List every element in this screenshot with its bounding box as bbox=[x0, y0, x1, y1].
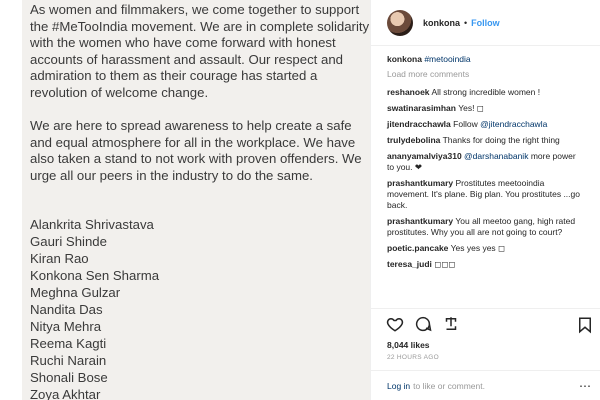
comment: reshanoek All strong incredible women ! bbox=[387, 87, 584, 98]
comment-username[interactable]: poetic.pancake bbox=[387, 243, 448, 253]
comment-username[interactable]: prashantkumary bbox=[387, 216, 453, 226]
comment-list: konkona #metooindia Load more comments r… bbox=[371, 46, 600, 270]
signatory: Nandita Das bbox=[30, 302, 103, 317]
login-bar: Log in to like or comment. ⋯ bbox=[371, 370, 600, 400]
comment-icon[interactable] bbox=[413, 314, 433, 334]
post-image: As women and filmmakers, we come togethe… bbox=[22, 0, 370, 400]
comment-text: ◻◻◻ bbox=[434, 259, 456, 269]
avatar[interactable] bbox=[387, 9, 413, 36]
action-bar bbox=[371, 308, 600, 338]
load-more-comments-button[interactable]: Load more comments bbox=[387, 69, 584, 79]
signatory: Kiran Rao bbox=[30, 251, 89, 266]
comment: ananyamalviya310 @darshanabanik more pow… bbox=[387, 151, 584, 173]
like-count[interactable]: 8,044 likes bbox=[387, 340, 430, 350]
comment-text: Yes! ◻ bbox=[458, 103, 484, 113]
statement-paragraph-2: We are here to spread awareness to help … bbox=[30, 118, 362, 183]
post-timestamp: 22 HOURS AGO bbox=[387, 354, 440, 361]
comment: trulydebolina Thanks for doing the right… bbox=[387, 135, 584, 146]
statement-text: As women and filmmakers, we come togethe… bbox=[30, 2, 370, 201]
signatory: Meghna Gulzar bbox=[30, 285, 121, 300]
separator-dot: • bbox=[464, 17, 468, 28]
post-side-panel: konkona • Follow konkona #metooindia Loa… bbox=[370, 0, 600, 400]
signatory-list: Alankrita Shrivastava Gauri Shinde Kiran… bbox=[30, 216, 159, 400]
post-header: konkona • Follow bbox=[371, 0, 600, 46]
comment-username[interactable]: ananyamalviya310 bbox=[387, 151, 462, 161]
statement-paragraph-1: As women and filmmakers, we come togethe… bbox=[30, 2, 370, 100]
signatory: Reema Kagti bbox=[30, 336, 107, 351]
more-icon[interactable]: ⋯ bbox=[579, 379, 591, 393]
caption-username[interactable]: konkona bbox=[387, 54, 422, 64]
comment-username[interactable]: trulydebolina bbox=[387, 135, 440, 145]
comment-username[interactable]: prashantkumary bbox=[387, 178, 453, 188]
comment-text: Thanks for doing the right thing bbox=[442, 135, 560, 145]
comment: prashantkumary Prostitutes meetooindia m… bbox=[387, 178, 584, 211]
login-prompt-text: to like or comment. bbox=[413, 380, 485, 391]
signatory: Gauri Shinde bbox=[30, 234, 107, 249]
share-icon[interactable] bbox=[441, 314, 461, 334]
comment: jitendracchawla Follow @jitendracchawla bbox=[387, 119, 584, 130]
comment: teresa_judi ◻◻◻ bbox=[387, 259, 584, 270]
comment: swatinarasimhan Yes! ◻ bbox=[387, 103, 584, 114]
comment-text: Yes yes yes ◻ bbox=[450, 243, 506, 253]
signatory: Alankrita Shrivastava bbox=[30, 217, 154, 232]
caption-hashtag[interactable]: #metooindia bbox=[424, 54, 470, 64]
signatory: Zoya Akhtar bbox=[30, 387, 101, 400]
comment-text: All strong incredible women ! bbox=[431, 87, 541, 97]
signatory: Ruchi Narain bbox=[30, 353, 107, 368]
signatory: Konkona Sen Sharma bbox=[30, 268, 160, 283]
comment-username[interactable]: teresa_judi bbox=[387, 259, 432, 269]
comment-username[interactable]: swatinarasimhan bbox=[387, 103, 456, 113]
login-link[interactable]: Log in bbox=[387, 381, 410, 391]
comment-username[interactable]: jitendracchawla bbox=[387, 119, 451, 129]
comment: prashantkumary You all meetoo gang, high… bbox=[387, 216, 584, 238]
comment-mention[interactable]: @darshanabanik bbox=[464, 151, 528, 161]
follow-button[interactable]: Follow bbox=[471, 18, 500, 28]
heart-icon[interactable] bbox=[385, 314, 405, 334]
signatory: Nitya Mehra bbox=[30, 319, 102, 334]
caption: konkona #metooindia bbox=[387, 54, 584, 65]
comment-username[interactable]: reshanoek bbox=[387, 87, 430, 97]
comment-mention[interactable]: @jitendracchawla bbox=[480, 119, 547, 129]
header-username[interactable]: konkona bbox=[423, 18, 460, 28]
comment-text: Follow bbox=[453, 119, 481, 129]
signatory: Shonali Bose bbox=[30, 370, 108, 385]
bookmark-icon[interactable] bbox=[575, 315, 595, 335]
comment: poetic.pancake Yes yes yes ◻ bbox=[387, 243, 584, 254]
